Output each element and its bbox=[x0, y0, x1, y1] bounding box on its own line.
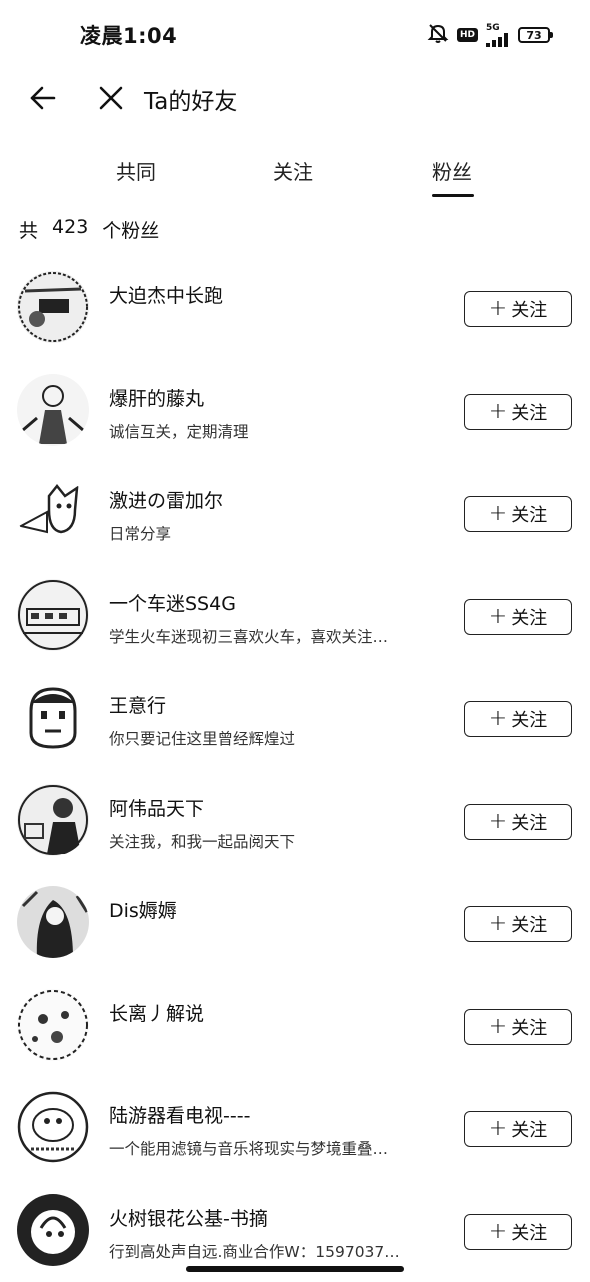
follow-button[interactable]: + 关注 bbox=[464, 1214, 572, 1250]
user-name: 王意行 bbox=[109, 691, 166, 718]
follow-button[interactable]: + 关注 bbox=[464, 599, 572, 635]
user-name: 大迫杰中长跑 bbox=[109, 281, 223, 308]
follow-label: 关注 bbox=[511, 399, 547, 425]
follow-label: 关注 bbox=[511, 706, 547, 732]
user-name: Dis媷媷 bbox=[109, 896, 177, 923]
plus-icon: + bbox=[489, 1119, 507, 1139]
signal-icon: 5G bbox=[486, 24, 510, 47]
avatar[interactable] bbox=[17, 579, 89, 651]
plus-icon: + bbox=[489, 402, 507, 422]
follow-label: 关注 bbox=[511, 1014, 547, 1040]
hd-icon: HD bbox=[457, 28, 478, 42]
plus-icon: + bbox=[489, 607, 507, 627]
close-button[interactable] bbox=[93, 80, 129, 116]
follow-label: 关注 bbox=[511, 1116, 547, 1142]
list-item[interactable]: 一个车迷SS4G 学生火车迷现初三喜欢火车，喜欢关注… + 关注 bbox=[0, 565, 590, 668]
follow-button[interactable]: + 关注 bbox=[464, 701, 572, 737]
status-time: 凌晨1:04 bbox=[80, 20, 177, 50]
user-name: 激进の雷加尔 bbox=[109, 486, 223, 513]
user-name: 长离丿解说 bbox=[109, 999, 204, 1026]
list-item[interactable]: 阿伟品天下 关注我，和我一起品阅天下 + 关注 bbox=[0, 770, 590, 873]
follow-button[interactable]: + 关注 bbox=[464, 804, 572, 840]
fans-count: 共 423 个粉丝 bbox=[19, 216, 159, 243]
follow-label: 关注 bbox=[511, 604, 547, 630]
user-name: 爆肝的藤丸 bbox=[109, 384, 204, 411]
tab-bar: 共同 关注 粉丝 bbox=[0, 140, 590, 202]
status-icons: HD 5G 73 bbox=[427, 22, 550, 48]
avatar[interactable] bbox=[17, 681, 89, 753]
follow-label: 关注 bbox=[511, 501, 547, 527]
page-title: Ta的好友 bbox=[144, 82, 237, 116]
list-item[interactable]: 爆肝的藤丸 诚信互关，定期清理 + 关注 bbox=[0, 360, 590, 463]
avatar[interactable] bbox=[17, 476, 89, 548]
user-bio: 行到高处声自远.商业合作W：1597037… bbox=[109, 1240, 400, 1262]
follow-button[interactable]: + 关注 bbox=[464, 291, 572, 327]
nav-bar: Ta的好友 bbox=[0, 70, 590, 126]
follow-button[interactable]: + 关注 bbox=[464, 906, 572, 942]
user-name: 阿伟品天下 bbox=[109, 794, 204, 821]
tab-mutual[interactable]: 共同 bbox=[116, 156, 156, 185]
battery-icon: 73 bbox=[518, 27, 550, 43]
user-bio: 一个能用滤镜与音乐将现实与梦境重叠… bbox=[109, 1137, 388, 1159]
home-indicator[interactable] bbox=[186, 1266, 404, 1272]
list-item[interactable]: 王意行 你只要记住这里曾经辉煌过 + 关注 bbox=[0, 667, 590, 770]
list-item[interactable]: 大迫杰中长跑 + 关注 bbox=[0, 257, 590, 360]
avatar[interactable] bbox=[17, 1194, 89, 1266]
network-type: 5G bbox=[486, 24, 500, 33]
follow-button[interactable]: + 关注 bbox=[464, 1111, 572, 1147]
count-prefix: 共 bbox=[19, 216, 38, 243]
user-bio: 学生火车迷现初三喜欢火车，喜欢关注… bbox=[109, 625, 388, 647]
count-suffix: 个粉丝 bbox=[102, 216, 159, 243]
tab-active-indicator bbox=[432, 194, 474, 197]
user-name: 陆游器看电视---- bbox=[109, 1101, 250, 1128]
avatar[interactable] bbox=[17, 271, 89, 343]
arrow-left-icon bbox=[27, 83, 57, 113]
user-name: 一个车迷SS4G bbox=[109, 589, 236, 616]
user-bio: 日常分享 bbox=[109, 522, 171, 544]
follow-button[interactable]: + 关注 bbox=[464, 1009, 572, 1045]
avatar[interactable] bbox=[17, 886, 89, 958]
follow-label: 关注 bbox=[511, 911, 547, 937]
plus-icon: + bbox=[489, 914, 507, 934]
plus-icon: + bbox=[489, 504, 507, 524]
user-bio: 你只要记住这里曾经辉煌过 bbox=[109, 727, 295, 749]
list-item[interactable]: Dis媷媷 + 关注 bbox=[0, 872, 590, 975]
avatar[interactable] bbox=[17, 989, 89, 1061]
tab-fans[interactable]: 粉丝 bbox=[432, 156, 472, 185]
avatar[interactable] bbox=[17, 784, 89, 856]
plus-icon: + bbox=[489, 299, 507, 319]
user-list: 大迫杰中长跑 + 关注 爆肝的藤丸 诚信互关，定期清理 + 关注 激进の雷加尔 … bbox=[0, 257, 590, 1282]
avatar[interactable] bbox=[17, 1091, 89, 1163]
list-item[interactable]: 长离丿解说 + 关注 bbox=[0, 975, 590, 1078]
back-button[interactable] bbox=[24, 80, 60, 116]
list-item[interactable]: 陆游器看电视---- 一个能用滤镜与音乐将现实与梦境重叠… + 关注 bbox=[0, 1077, 590, 1180]
plus-icon: + bbox=[489, 1017, 507, 1037]
plus-icon: + bbox=[489, 1222, 507, 1242]
battery-level: 73 bbox=[526, 29, 541, 42]
user-name: 火树银花公基-书摘 bbox=[109, 1204, 268, 1231]
follow-button[interactable]: + 关注 bbox=[464, 394, 572, 430]
list-item[interactable]: 激进の雷加尔 日常分享 + 关注 bbox=[0, 462, 590, 565]
close-icon bbox=[98, 85, 124, 111]
status-bar: 凌晨1:04 HD 5G 73 bbox=[0, 0, 590, 70]
bell-muted-icon bbox=[427, 22, 449, 48]
follow-label: 关注 bbox=[511, 809, 547, 835]
plus-icon: + bbox=[489, 812, 507, 832]
tab-following[interactable]: 关注 bbox=[273, 156, 313, 185]
follow-label: 关注 bbox=[511, 1219, 547, 1245]
follow-button[interactable]: + 关注 bbox=[464, 496, 572, 532]
user-bio: 关注我，和我一起品阅天下 bbox=[109, 830, 295, 852]
plus-icon: + bbox=[489, 709, 507, 729]
user-bio: 诚信互关，定期清理 bbox=[109, 420, 249, 442]
avatar[interactable] bbox=[17, 374, 89, 446]
count-number: 423 bbox=[52, 216, 88, 243]
follow-label: 关注 bbox=[511, 296, 547, 322]
